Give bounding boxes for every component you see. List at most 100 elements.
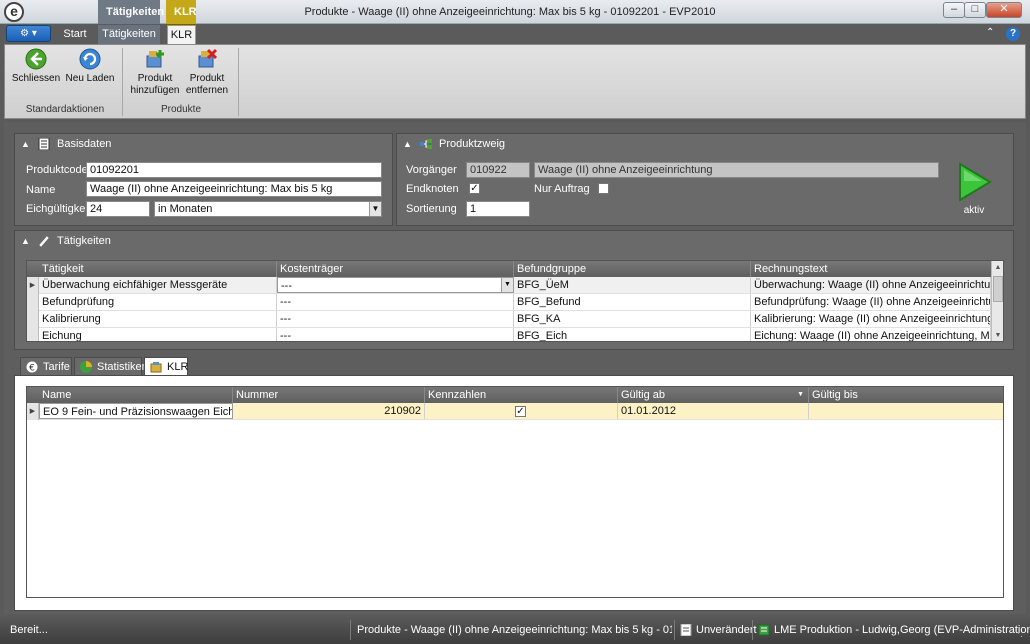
column-header-taetigkeit[interactable]: Tätigkeit — [39, 261, 277, 277]
collapse-icon[interactable]: ▲ — [21, 231, 30, 251]
row-indicator — [27, 294, 39, 311]
chart-icon — [80, 361, 92, 373]
cell-befundgruppe[interactable]: BFG_Befund — [514, 294, 751, 310]
eichgueltigkeit-input[interactable]: 24 — [86, 201, 150, 217]
status-user: LME Produktion - Ludwig,Georg (EVP-Admin… — [758, 622, 1030, 638]
cell-rechnungstext[interactable]: Befundprüfung: Waage (II) ohne Anzeigeei… — [751, 294, 991, 310]
aktiv-button[interactable]: aktiv — [952, 160, 996, 220]
cell-taetigkeit[interactable]: Überwachung eichfähiger Messgeräte — [39, 277, 277, 293]
cell-kostentraeger-dropdown[interactable]: --- ▼ — [277, 277, 514, 293]
cell-kostentraeger-value: --- — [281, 280, 292, 292]
kennzahlen-checkbox[interactable]: ✓ — [515, 406, 526, 417]
sort-desc-icon[interactable]: ▼ — [797, 387, 804, 403]
cell-kostentraeger[interactable]: --- — [277, 311, 514, 327]
collapse-icon[interactable]: ▲ — [403, 134, 412, 154]
endknoten-checkbox[interactable]: ✓ — [469, 183, 480, 194]
column-header-kostentraeger[interactable]: Kostenträger — [277, 261, 514, 277]
database-user-icon — [758, 624, 770, 636]
app-menu-button[interactable]: ⚙ ▾ — [6, 25, 51, 42]
scrollbar-thumb[interactable] — [993, 276, 1003, 302]
column-header-nummer[interactable]: Nummer — [233, 387, 425, 403]
status-user-text: LME Produktion - Ludwig,Georg (EVP-Admin… — [774, 624, 1030, 636]
eichgueltigkeit-unit-select[interactable]: in Monaten ▼ — [154, 201, 382, 217]
pencil-icon — [39, 236, 49, 247]
ribbon-group-separator — [238, 48, 239, 116]
column-header-gueltig-bis[interactable]: Gültig bis — [809, 387, 1003, 403]
scroll-down-icon[interactable]: ▼ — [992, 329, 1003, 341]
collapse-icon[interactable]: ▲ — [21, 134, 30, 154]
column-header-gueltig-ab[interactable]: Gültig ab ▼ — [618, 387, 809, 403]
tab-start[interactable]: Start — [58, 25, 92, 44]
table-row[interactable]: Eichung --- BFG_Eich Eichung: Waage (II)… — [27, 328, 991, 341]
remove-product-icon — [198, 48, 218, 68]
cell-kostentraeger[interactable]: --- — [277, 328, 514, 341]
ribbon-collapse-icon[interactable]: ⌃ — [986, 27, 998, 41]
cell-rechnungstext[interactable]: Eichung: Waage (II) ohne Anzeigeeinricht… — [751, 328, 991, 341]
sortierung-input[interactable]: 1 — [466, 201, 530, 217]
cell-befundgruppe[interactable]: BFG_ÜeM — [514, 277, 751, 293]
column-header-gueltig-ab-label: Gültig ab — [621, 389, 666, 401]
cell-name[interactable]: EO 9 Fein- und Präzisionswaagen Eichung — [39, 403, 233, 419]
tab-klr-bottom[interactable]: KLR — [144, 357, 188, 376]
resize-grip-icon[interactable]: ⋱ — [1014, 628, 1026, 640]
play-arrow-icon — [959, 162, 992, 202]
cell-gueltig-ab[interactable]: 01.01.2012 — [618, 403, 809, 419]
status-separator — [752, 620, 753, 640]
minimize-button[interactable]: – — [943, 2, 965, 18]
name-input[interactable]: Waage (II) ohne Anzeigeeinrichtung: Max … — [86, 181, 382, 197]
cell-rechnungstext[interactable]: Kalibrierung: Waage (II) ohne Anzeigeein… — [751, 311, 991, 327]
help-icon[interactable]: ? — [1006, 27, 1020, 41]
tab-klr[interactable]: KLR — [167, 25, 196, 44]
back-arrow-icon — [25, 48, 47, 70]
table-row[interactable]: ▶ EO 9 Fein- und Präzisionswaagen Eichun… — [27, 403, 1003, 420]
neu-laden-button[interactable]: Neu Laden — [64, 48, 116, 85]
cell-kennzahlen[interactable]: ✓ — [425, 403, 618, 419]
cell-gueltig-bis[interactable] — [809, 403, 1003, 419]
column-header-kennzahlen[interactable]: Kennzahlen — [425, 387, 618, 403]
cell-nummer[interactable]: 210902 — [233, 403, 425, 419]
cell-taetigkeit[interactable]: Befundprüfung — [39, 294, 277, 310]
row-indicator — [27, 311, 39, 328]
cell-kostentraeger[interactable]: --- — [277, 294, 514, 310]
refresh-icon — [79, 48, 101, 70]
table-row[interactable]: Kalibrierung --- BFG_KA Kalibrierung: Wa… — [27, 311, 991, 328]
chevron-down-icon[interactable]: ▼ — [501, 278, 513, 292]
document-status-icon — [680, 624, 692, 636]
produktzweig-header[interactable]: ▲ Produktzweig — [397, 134, 1013, 154]
group-label-standardaktionen: Standardaktionen — [25, 104, 105, 115]
basisdaten-header[interactable]: ▲ Basisdaten — [15, 134, 392, 154]
table-row[interactable]: Befundprüfung --- BFG_Befund Befundprüfu… — [27, 294, 991, 311]
status-product: Produkte - Waage (II) ohne Anzeigeeinric… — [357, 624, 672, 636]
tab-tarife[interactable]: € Tarife — [20, 357, 72, 376]
cell-befundgruppe[interactable]: BFG_KA — [514, 311, 751, 327]
taetigkeiten-grid: Tätigkeit Kostenträger Befundgruppe Rech… — [26, 260, 1004, 342]
produkt-hinzufuegen-button[interactable]: Produkt hinzufügen — [128, 48, 182, 97]
produkt-entfernen-button[interactable]: Produkt entfernen — [184, 48, 230, 97]
tab-statistiken[interactable]: Statistiken — [74, 357, 148, 376]
vertical-scrollbar[interactable]: ▲ ▼ — [991, 261, 1003, 341]
neu-laden-label: Neu Laden — [65, 73, 115, 84]
chevron-down-icon[interactable]: ▼ — [369, 202, 381, 216]
cell-befundgruppe[interactable]: BFG_Eich — [514, 328, 751, 341]
status-state: Unverändert — [680, 622, 757, 638]
close-button[interactable]: ✕ — [986, 2, 1022, 18]
tab-taetigkeiten[interactable]: Tätigkeiten — [98, 25, 160, 44]
scroll-up-icon[interactable]: ▲ — [992, 261, 1003, 274]
cell-taetigkeit[interactable]: Eichung — [39, 328, 277, 341]
context-tab-taetigkeiten: Tätigkeiten — [98, 0, 164, 24]
group-label-produkte: Produkte — [160, 104, 202, 115]
cell-taetigkeit[interactable]: Kalibrierung — [39, 311, 277, 327]
row-indicator-icon: ▶ — [27, 403, 39, 420]
column-header-name[interactable]: Name — [39, 387, 233, 403]
schliessen-button[interactable]: Schliessen — [10, 48, 62, 85]
maximize-button[interactable]: □ — [964, 2, 986, 18]
euro-icon: € — [26, 361, 38, 373]
column-header-rechnungstext[interactable]: Rechnungstext — [751, 261, 991, 277]
table-row[interactable]: ▶ Überwachung eichfähiger Messgeräte ---… — [27, 277, 991, 294]
produktcode-input[interactable]: 01092201 — [86, 162, 382, 178]
taetigkeiten-header[interactable]: ▲ Tätigkeiten — [15, 231, 1013, 251]
column-header-befundgruppe[interactable]: Befundgruppe — [514, 261, 751, 277]
nur-auftrag-checkbox[interactable] — [598, 183, 609, 194]
app-logo-icon[interactable]: e — [4, 2, 24, 22]
cell-rechnungstext[interactable]: Überwachung: Waage (II) ohne Anzeigeeinr… — [751, 277, 991, 293]
